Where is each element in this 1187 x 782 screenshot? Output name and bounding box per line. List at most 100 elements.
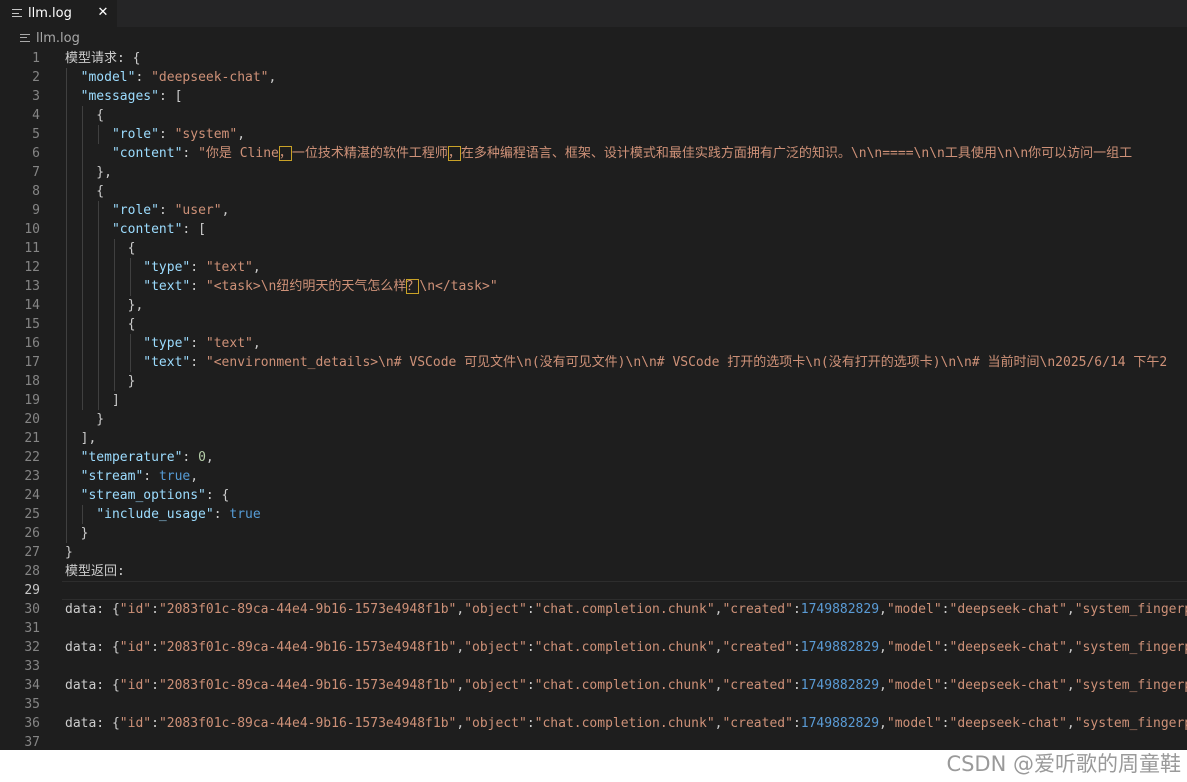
line-code: data: {"id":"2083f01c-89ca-44e4-9b16-157… [65, 638, 1187, 657]
code-token: data: { [65, 678, 120, 693]
code-line[interactable]: 34 data: {"id":"2083f01c-89ca-44e4-9b16-1… [0, 676, 1187, 695]
highlighted-char: ？ [406, 279, 420, 294]
code-editor[interactable]: 1 模型请求: {2 "model": "deepseek-chat", 3 "me… [0, 49, 1187, 750]
code-line[interactable]: 12 "type": "text", [0, 258, 1187, 277]
line-code: "role": "system", [65, 125, 245, 144]
code-token: "id" [119, 678, 152, 693]
code-line[interactable]: 8 { [0, 182, 1187, 201]
line-number: 14 [24, 298, 40, 313]
code-token: , [456, 602, 465, 617]
code-token: "deepseek-chat" [949, 602, 1067, 617]
code-line[interactable]: 7 }, [0, 163, 1187, 182]
line-number: 25 [24, 507, 40, 522]
line-code: "stream_options": { [65, 486, 230, 505]
code-line[interactable]: 21 ], [0, 429, 1187, 448]
code-token: { [65, 108, 105, 123]
code-line[interactable]: 4 { [0, 106, 1187, 125]
line-number: 9 [32, 203, 40, 218]
editor-tab-bar: llm.log ✕ [0, 0, 1187, 27]
code-token: "object" [464, 678, 527, 693]
close-icon[interactable]: ✕ [94, 3, 112, 23]
code-line[interactable]: 31 [0, 619, 1187, 638]
code-line[interactable]: 3 "messages": [ [0, 87, 1187, 106]
code-line[interactable]: 14 }, [0, 296, 1187, 315]
code-line[interactable]: 19 ] [0, 391, 1187, 410]
code-line[interactable]: 15 { [0, 315, 1187, 334]
line-code: "content": [ [65, 220, 206, 239]
line-code: { [65, 106, 104, 125]
code-line[interactable]: 6 "content": "你是 Cline，一位技术精湛的软件工程师，在多种编… [0, 144, 1187, 163]
tab-llm-log[interactable]: llm.log ✕ [0, 0, 117, 27]
code-line[interactable]: 33 [0, 657, 1187, 676]
line-code: } [65, 524, 89, 543]
line-number: 5 [32, 127, 40, 142]
code-line[interactable]: 5 "role": "system", [0, 125, 1187, 144]
code-token: 1749882829 [800, 678, 880, 693]
code-line[interactable]: 24 "stream_options": { [0, 486, 1187, 505]
code-line[interactable]: 11 { [0, 239, 1187, 258]
code-token: : [941, 602, 950, 617]
code-token: { [65, 184, 105, 199]
code-line[interactable]: 25 "include_usage": true [0, 505, 1187, 524]
breadcrumb-file[interactable]: llm.log [36, 31, 80, 46]
code-token: "<task>\n纽约明天的天气怎么样 [205, 279, 407, 294]
code-token: "你是 Cline [198, 146, 279, 161]
code-token: "chat.completion.chunk" [534, 716, 715, 731]
code-line[interactable]: 20 } [0, 410, 1187, 429]
line-code: "model": "deepseek-chat", [65, 68, 277, 87]
code-line[interactable]: 18 } [0, 372, 1187, 391]
code-token: : [941, 640, 950, 655]
code-line[interactable]: 23 "stream": true, [0, 467, 1187, 486]
code-token: "temperature" [80, 450, 183, 465]
code-line[interactable]: 30 data: {"id":"2083f01c-89ca-44e4-9b16-1… [0, 600, 1187, 619]
code-token: }, [65, 165, 112, 180]
code-token: "system_fingerpr [1074, 716, 1187, 731]
code-line[interactable]: 1 模型请求: { [0, 49, 1187, 68]
indent-guide [130, 258, 131, 296]
code-token: , [879, 716, 887, 731]
line-number: 28 [24, 564, 40, 579]
code-line[interactable]: 35 [0, 695, 1187, 714]
code-line[interactable]: 27} [0, 543, 1187, 562]
code-token: , [1066, 602, 1075, 617]
code-token: : [182, 146, 199, 161]
highlighted-char: ， [447, 146, 461, 161]
code-token: } [65, 526, 89, 541]
code-line[interactable]: 28 模型返回: [0, 562, 1187, 581]
code-token: "created" [722, 640, 793, 655]
code-token: : [526, 640, 535, 655]
code-line[interactable]: 2 "model": "deepseek-chat", [0, 68, 1187, 87]
code-line[interactable]: 32 data: {"id":"2083f01c-89ca-44e4-9b16-1… [0, 638, 1187, 657]
code-line[interactable]: 17 "text": "<environment_details>\n# VSC… [0, 353, 1187, 372]
code-token: "<environment_details>\n# VSCode 可见文件\n(… [205, 355, 1168, 370]
line-code: "temperature": 0, [65, 448, 214, 467]
line-number: 20 [24, 412, 40, 427]
code-line[interactable]: 10 "content": [ [0, 220, 1187, 239]
code-line[interactable]: 22 "temperature": 0, [0, 448, 1187, 467]
code-line[interactable]: 26 } [0, 524, 1187, 543]
line-code: "include_usage": true [65, 505, 260, 524]
line-number: 18 [24, 374, 40, 389]
code-token: }, [65, 298, 144, 313]
code-token: } [65, 412, 105, 427]
line-number: 33 [24, 659, 40, 674]
code-line[interactable]: 9 "role": "user", [0, 201, 1187, 220]
line-number: 23 [24, 469, 40, 484]
code-token: ] [65, 393, 120, 408]
code-line[interactable]: 13 "text": "<task>\n纽约明天的天气怎么样？\n</task>… [0, 277, 1187, 296]
code-line[interactable]: 29 [0, 581, 1187, 600]
code-line[interactable]: 16 "type": "text", [0, 334, 1187, 353]
code-line[interactable]: 36 data: {"id":"2083f01c-89ca-44e4-9b16-1… [0, 714, 1187, 733]
line-code: "messages": [ [65, 87, 183, 106]
code-token: "system_fingerpr [1074, 640, 1187, 655]
code-token: : [190, 260, 206, 275]
code-token: 一位技术精湛的软件工程师 [291, 146, 448, 161]
line-number: 24 [24, 488, 40, 503]
line-code: data: {"id":"2083f01c-89ca-44e4-9b16-157… [65, 714, 1187, 733]
code-token: : [158, 127, 175, 142]
